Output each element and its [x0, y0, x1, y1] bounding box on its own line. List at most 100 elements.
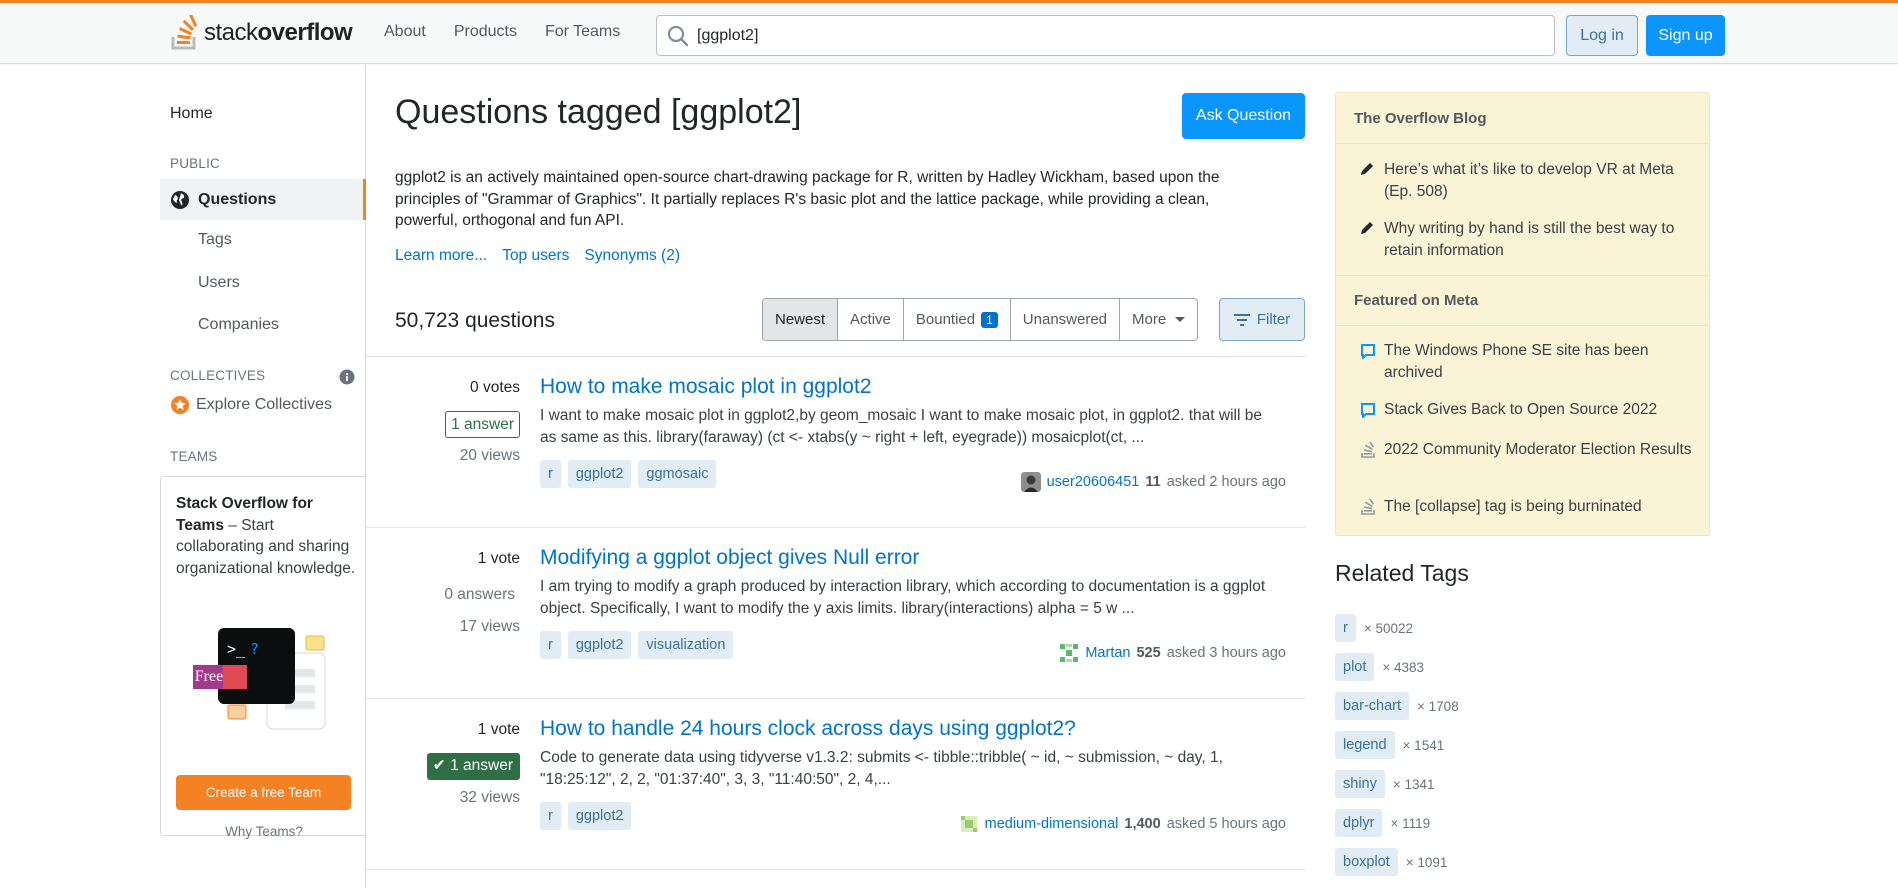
- vote-count: 1 vote: [477, 721, 520, 738]
- user-reputation: 11: [1145, 474, 1161, 490]
- related-tag-count: × 1708: [1417, 698, 1459, 714]
- ask-question-button[interactable]: Ask Question: [1182, 93, 1305, 139]
- related-tag-count: × 50022: [1363, 620, 1414, 636]
- avatar[interactable]: [1059, 643, 1080, 663]
- tag-r[interactable]: r: [540, 802, 561, 830]
- blog-item[interactable]: Here’s what it’s like to develop VR at M…: [1360, 159, 1700, 202]
- tab-newest[interactable]: Newest: [763, 299, 839, 340]
- related-tag-row: legend × 1541: [1335, 731, 1444, 759]
- tab-bountied[interactable]: Bountied 1: [904, 299, 1011, 340]
- tag-ggplot2[interactable]: ggplot2: [567, 631, 632, 659]
- learn-more-link[interactable]: Learn more...: [395, 247, 487, 265]
- user-name-link[interactable]: Martan: [1085, 645, 1130, 661]
- tag-r[interactable]: r: [540, 460, 561, 488]
- sidebar-item-label: Questions: [198, 190, 277, 208]
- teams-promo-text: Stack Overflow for Teams – Start collabo…: [176, 493, 356, 579]
- nav-products[interactable]: Products: [440, 23, 531, 41]
- login-button[interactable]: Log in: [1566, 15, 1638, 56]
- page-title: Questions tagged [ggplot2]: [395, 93, 802, 131]
- sidebar-item-companies[interactable]: Companies: [198, 316, 279, 334]
- tab-active[interactable]: Active: [838, 299, 904, 340]
- pencil-icon: [1361, 163, 1373, 175]
- why-teams-link[interactable]: Why Teams?: [161, 824, 367, 839]
- teams-promo: Stack Overflow for Teams – Start collabo…: [160, 476, 367, 839]
- top-users-link[interactable]: Top users: [502, 247, 569, 265]
- signup-button[interactable]: Sign up: [1646, 15, 1725, 56]
- nav-about[interactable]: About: [370, 23, 440, 41]
- asked-time: asked 3 hours ago: [1166, 645, 1286, 661]
- question-title-link[interactable]: How to make mosaic plot in ggplot2: [540, 375, 872, 399]
- user-name-link[interactable]: medium-dimensional: [985, 816, 1119, 832]
- tag-ggplot2[interactable]: ggplot2: [567, 460, 632, 488]
- sidebar-item-label: Explore Collectives: [196, 396, 333, 413]
- question-user-card: user20606451 11 asked 2 hours ago: [1020, 472, 1286, 492]
- sidebar-item-tags[interactable]: Tags: [198, 231, 232, 249]
- meta-item[interactable]: The [collapse] tag is being burninated: [1360, 496, 1700, 518]
- search-box: [656, 15, 1555, 56]
- related-tag-legend[interactable]: legend: [1335, 731, 1395, 759]
- search-input[interactable]: [697, 24, 1537, 48]
- related-tag-bar-chart[interactable]: bar-chart: [1335, 692, 1410, 720]
- sidebar-item-questions[interactable]: Questions: [160, 179, 366, 220]
- meta-item[interactable]: The Windows Phone SE site has been archi…: [1360, 340, 1700, 383]
- related-tag-boxplot[interactable]: boxplot: [1335, 848, 1398, 876]
- tag-ggplot2[interactable]: ggplot2: [567, 802, 632, 830]
- top-nav: About Products For Teams: [370, 23, 634, 41]
- meta-heading: Featured on Meta: [1336, 275, 1709, 326]
- tag-ggmosaic[interactable]: ggmosaic: [638, 460, 717, 488]
- sidebar-section-collectives: COLLECTIVES: [170, 368, 266, 383]
- synonyms-link[interactable]: Synonyms (2): [584, 247, 680, 265]
- blog-item-link[interactable]: Here’s what it’s like to develop VR at M…: [1384, 161, 1674, 200]
- globe-icon: [171, 190, 189, 209]
- collectives-icon: [171, 396, 189, 414]
- meta-item-link[interactable]: Stack Gives Back to Open Source 2022: [1384, 401, 1657, 418]
- related-tag-shiny[interactable]: shiny: [1335, 770, 1385, 798]
- stack-icon: [1361, 442, 1375, 458]
- filter-button[interactable]: Filter: [1219, 298, 1305, 341]
- meta-item-link[interactable]: The Windows Phone SE site has been archi…: [1384, 342, 1649, 381]
- nav-for-teams[interactable]: For Teams: [531, 23, 634, 41]
- meta-item-link[interactable]: The [collapse] tag is being burninated: [1384, 498, 1642, 515]
- question-title-link[interactable]: Modifying a ggplot object gives Null err…: [540, 546, 919, 570]
- related-tag-count: × 1119: [1390, 815, 1431, 831]
- stack-icon: [1361, 499, 1375, 515]
- tab-label: Newest: [775, 311, 826, 328]
- tab-label: Active: [850, 311, 891, 328]
- meta-item[interactable]: Stack Gives Back to Open Source 2022: [1360, 399, 1700, 421]
- avatar[interactable]: [958, 814, 979, 834]
- answer-count: 1 answer: [445, 411, 520, 438]
- avatar[interactable]: [1020, 472, 1041, 492]
- sidebar-item-users[interactable]: Users: [198, 274, 240, 292]
- related-tag-plot[interactable]: plot: [1335, 653, 1375, 681]
- related-tag-row: shiny × 1341: [1335, 770, 1435, 798]
- tag-links: Learn more... Top users Synonyms (2): [395, 247, 680, 265]
- stackoverflow-logo[interactable]: stackoverflow: [170, 13, 353, 53]
- blog-item[interactable]: Why writing by hand is still the best wa…: [1360, 218, 1700, 261]
- sidebar-item-explore-collectives[interactable]: Explore Collectives: [170, 395, 332, 415]
- filter-label: Filter: [1256, 311, 1291, 328]
- meta-item-link[interactable]: 2022 Community Moderator Election Result…: [1384, 441, 1692, 458]
- related-tag-r[interactable]: r: [1335, 614, 1356, 642]
- tag-r[interactable]: r: [540, 631, 561, 659]
- create-team-button[interactable]: Create a free Team: [176, 775, 351, 810]
- info-icon[interactable]: [339, 369, 355, 385]
- user-reputation: 1,400: [1124, 816, 1161, 832]
- svg-text:?: ?: [250, 640, 259, 658]
- svg-text:>_: >_: [227, 640, 246, 658]
- question-excerpt: I am trying to modify a graph produced b…: [540, 578, 1266, 617]
- question-tags: r ggplot2: [540, 802, 632, 830]
- answer-count: 0 answers: [444, 586, 515, 603]
- tab-unanswered[interactable]: Unanswered: [1011, 299, 1121, 340]
- sidebar-item-home[interactable]: Home: [170, 105, 213, 123]
- question-excerpt: I want to make mosaic plot in ggplot2,by…: [540, 407, 1262, 446]
- tag-visualization[interactable]: visualization: [638, 631, 734, 659]
- question-title-link[interactable]: How to handle 24 hours clock across days…: [540, 717, 1076, 741]
- tab-more[interactable]: More: [1120, 299, 1197, 340]
- question-stats: 1 vote ✔ 1 answer 32 views: [366, 721, 520, 807]
- meta-item[interactable]: 2022 Community Moderator Election Result…: [1360, 439, 1700, 461]
- related-tag-dplyr[interactable]: dplyr: [1335, 809, 1383, 837]
- tag-description: ggplot2 is an actively maintained open-s…: [395, 169, 1220, 229]
- user-name-link[interactable]: user20606451: [1047, 474, 1140, 490]
- blog-item-link[interactable]: Why writing by hand is still the best wa…: [1384, 220, 1674, 259]
- related-tag-row: plot × 4383: [1335, 653, 1424, 681]
